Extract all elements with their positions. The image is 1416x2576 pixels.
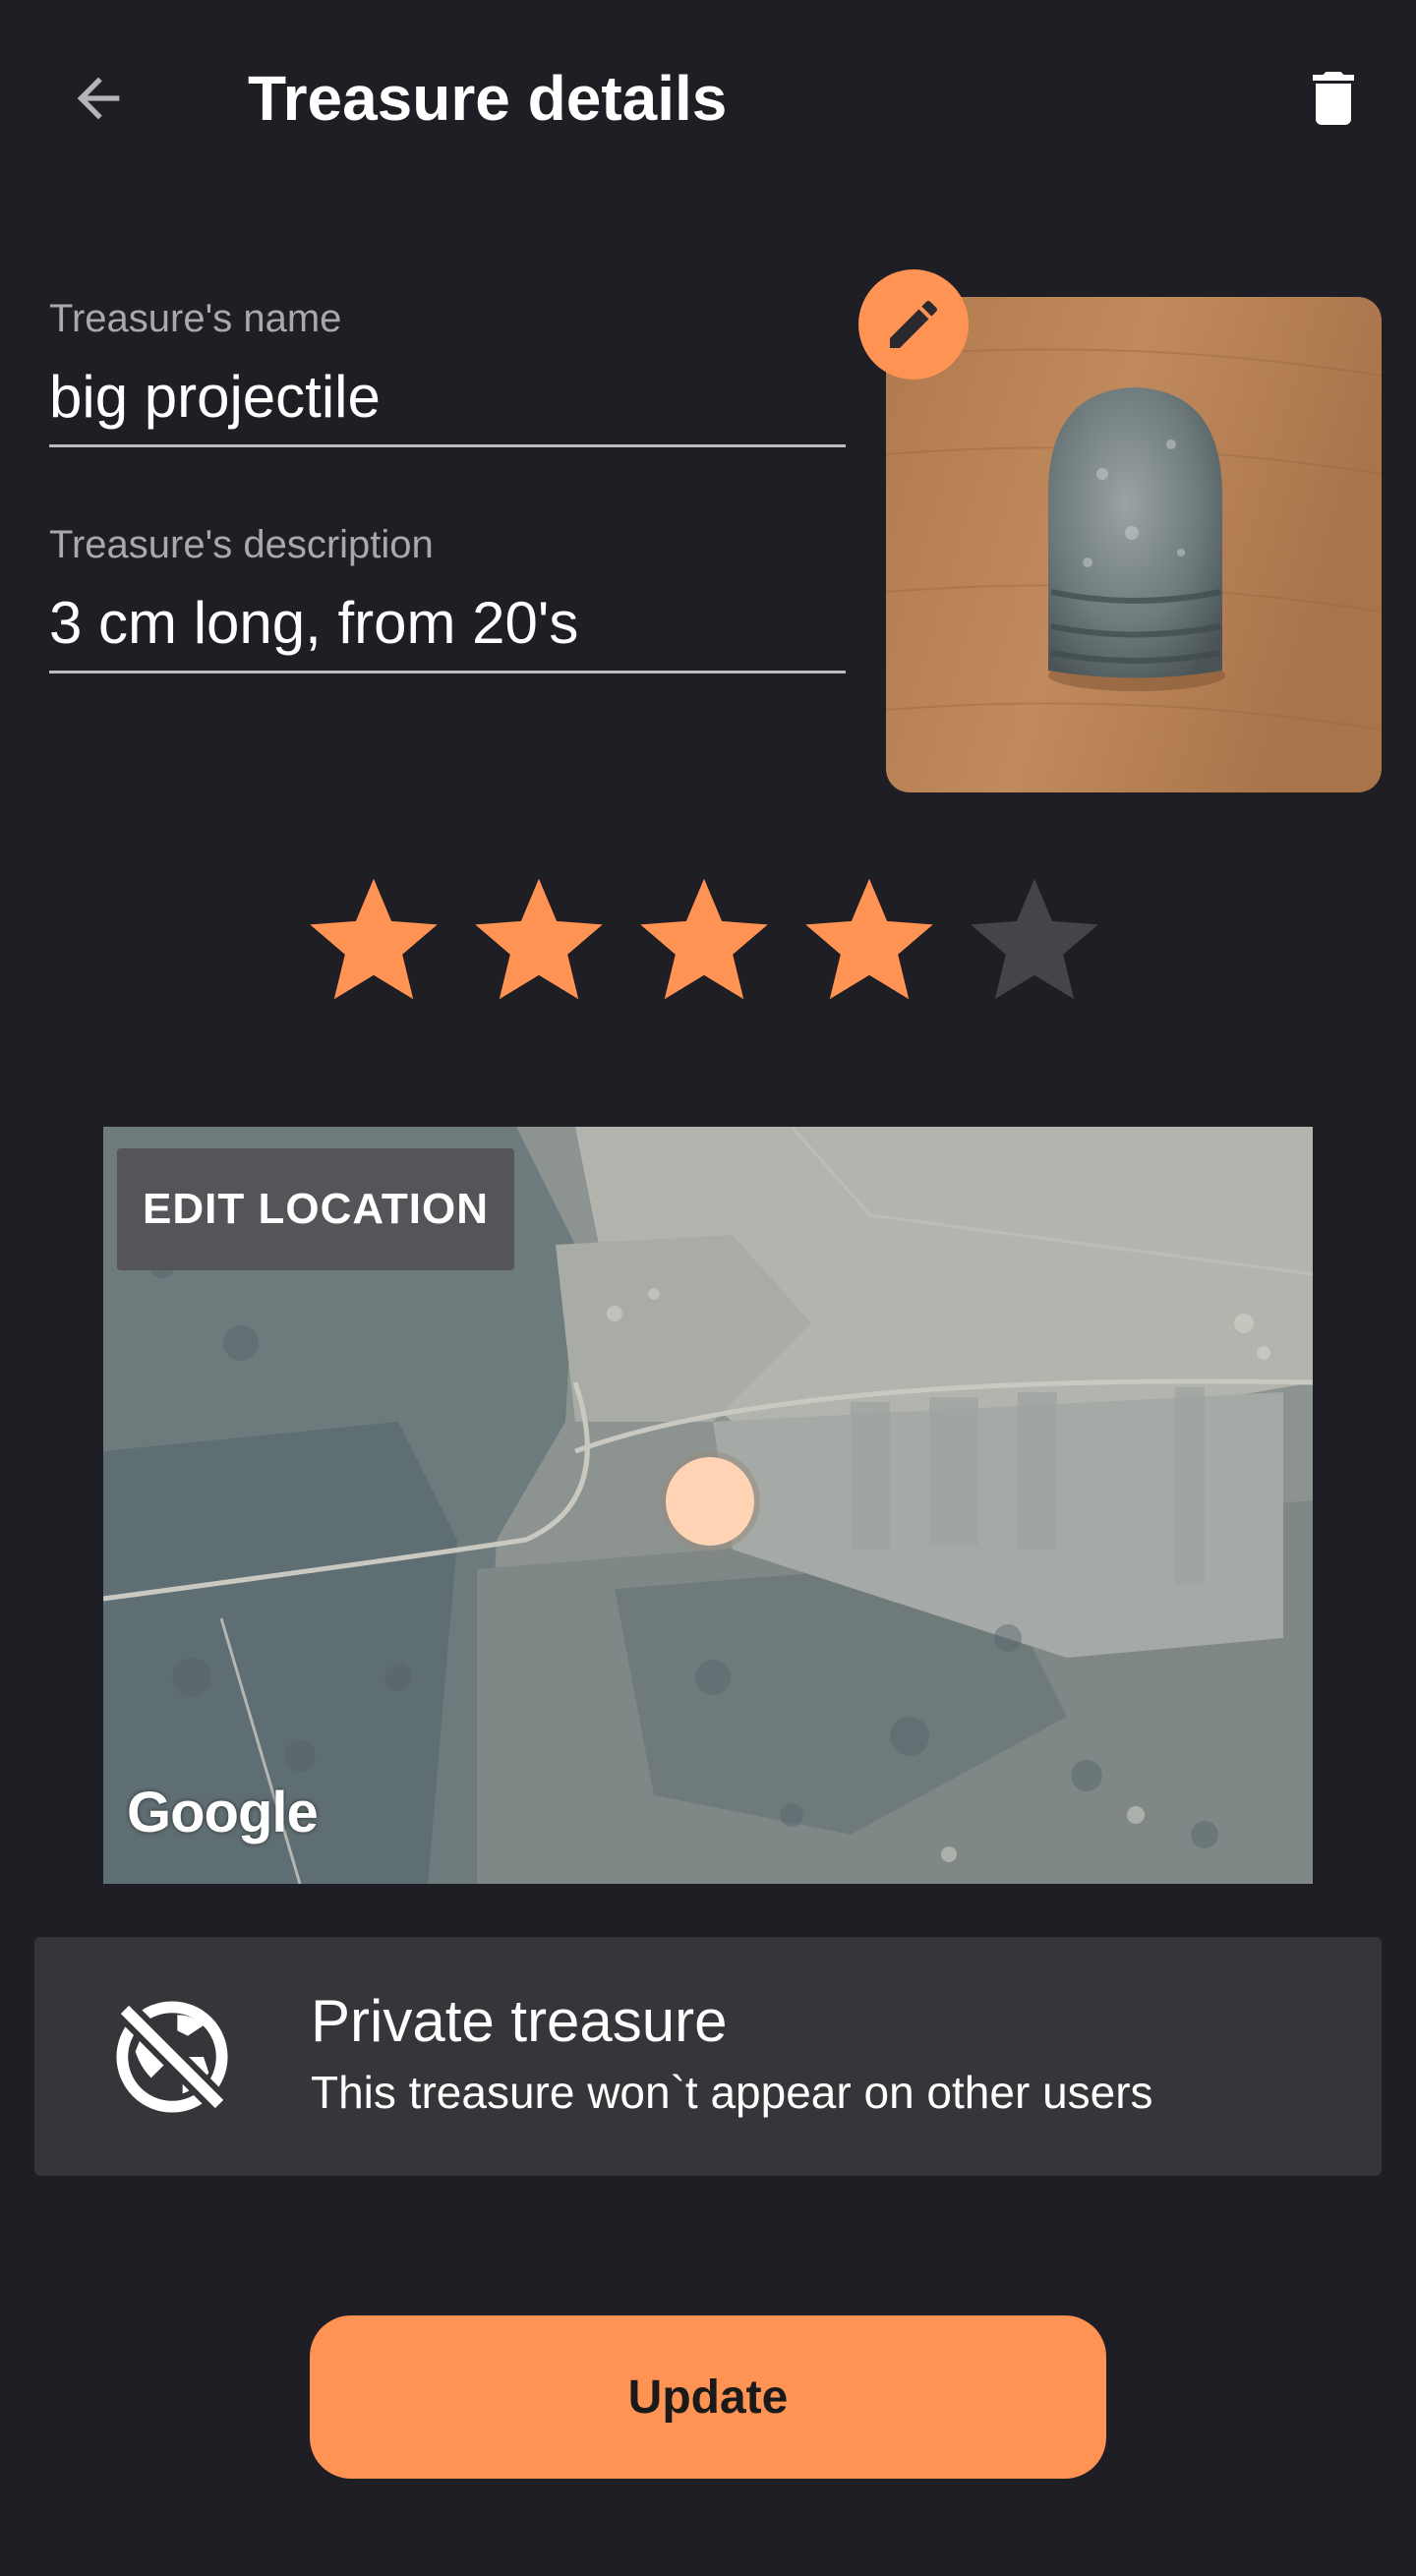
edit-location-button[interactable]: EDIT LOCATION — [117, 1148, 514, 1270]
location-marker[interactable] — [666, 1457, 754, 1546]
back-button[interactable] — [49, 49, 148, 147]
treasure-photo-image — [886, 297, 1382, 792]
treasure-photo[interactable] — [886, 297, 1382, 792]
page-title: Treasure details — [248, 63, 728, 134]
star-icon[interactable] — [800, 870, 938, 1008]
app-bar: Treasure details — [0, 0, 1416, 197]
location-map[interactable]: EDIT LOCATION Google — [103, 1127, 1313, 1884]
arrow-back-icon — [77, 77, 120, 120]
edit-photo-button[interactable] — [858, 269, 969, 380]
delete-button[interactable] — [1284, 49, 1383, 147]
update-button[interactable]: Update — [310, 2315, 1106, 2479]
name-input[interactable] — [49, 362, 846, 447]
name-field: Treasure's name — [49, 295, 846, 447]
pencil-icon — [890, 300, 938, 348]
public-off-icon — [116, 2001, 228, 2113]
rating-bar[interactable] — [305, 870, 1111, 1008]
description-input[interactable] — [49, 588, 846, 673]
star-icon[interactable] — [966, 870, 1103, 1008]
privacy-subtitle: This treasure won`t appear on other user… — [311, 2067, 1153, 2118]
google-logo: Google — [127, 1781, 319, 1844]
description-label: Treasure's description — [49, 523, 434, 566]
privacy-title: Private treasure — [311, 1988, 728, 2054]
name-label: Treasure's name — [49, 297, 342, 340]
star-icon[interactable] — [470, 870, 608, 1008]
star-icon[interactable] — [305, 870, 442, 1008]
star-icon[interactable] — [635, 870, 773, 1008]
trash-icon — [1313, 72, 1354, 125]
private-treasure-toggle[interactable]: Private treasure This treasure won`t app… — [34, 1937, 1382, 2176]
description-field: Treasure's description — [49, 521, 846, 673]
